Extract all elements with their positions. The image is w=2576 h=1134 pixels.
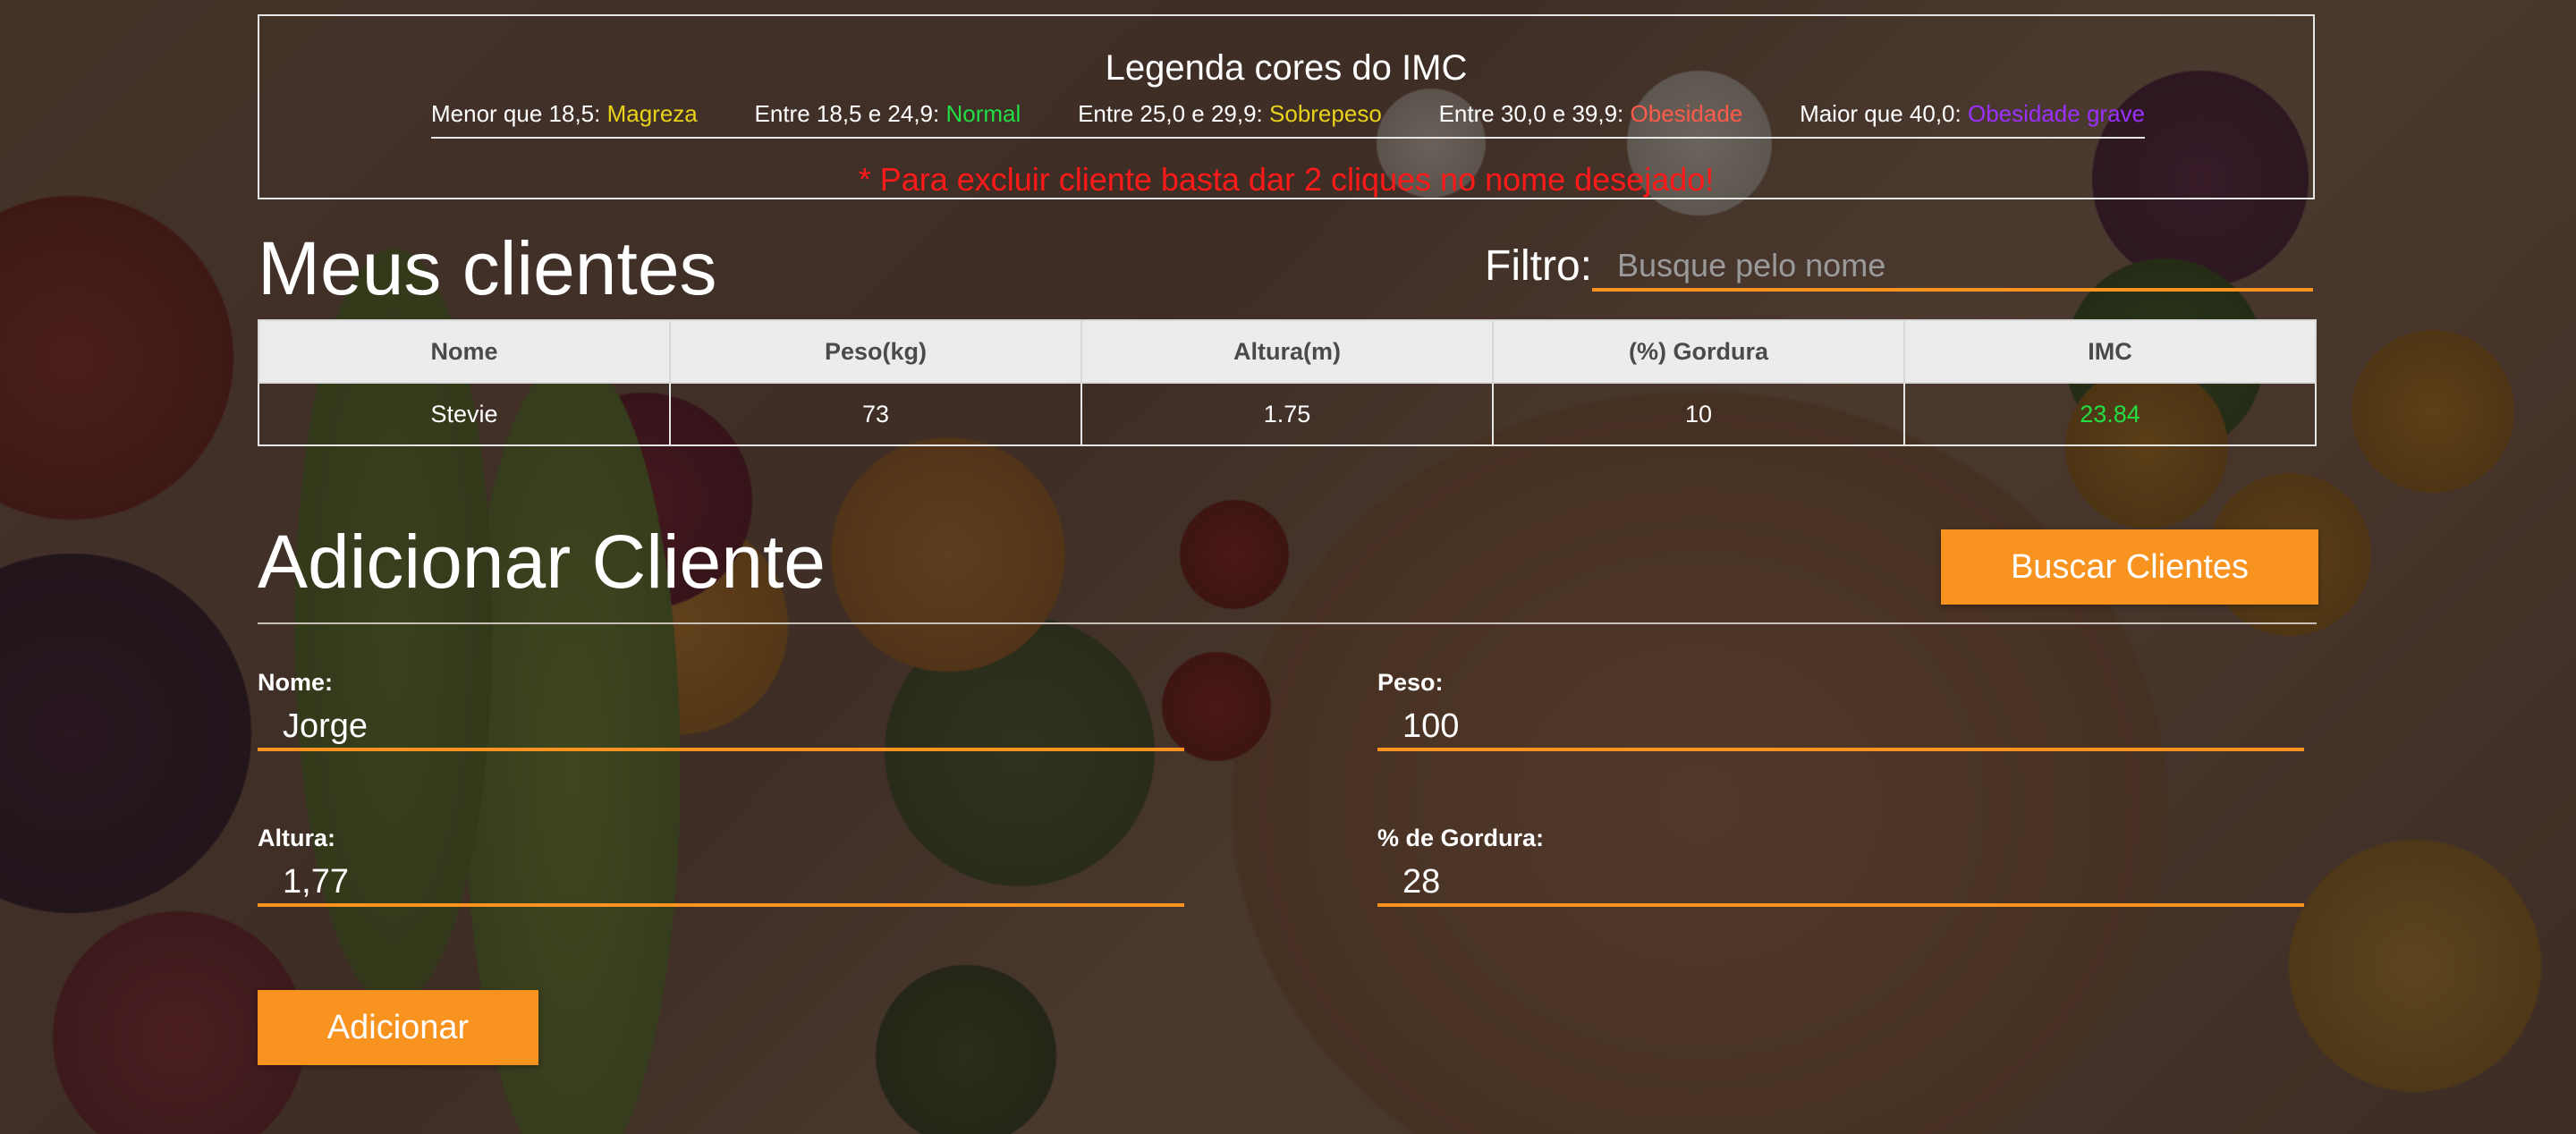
legend-item-value: Sobrepeso	[1269, 100, 1382, 127]
clients-table: Nome Peso(kg) Altura(m) (%) Gordura IMC …	[258, 319, 2317, 446]
cell-imc: 23.84	[1903, 382, 2317, 446]
column-header-gordura: (%) Gordura	[1492, 319, 1905, 384]
clients-title: Meus clientes	[258, 226, 717, 310]
cell-gordura: 10	[1492, 382, 1905, 446]
filter-label: Filtro:	[1485, 242, 1592, 290]
legend-item-label: Entre 30,0 e 39,9:	[1438, 100, 1624, 127]
table-header-row: Nome Peso(kg) Altura(m) (%) Gordura IMC	[258, 319, 2317, 384]
legend-item-value: Magreza	[606, 100, 698, 127]
gordura-input[interactable]	[1377, 860, 2304, 907]
cell-nome[interactable]: Stevie	[258, 382, 671, 446]
nome-label: Nome:	[258, 669, 334, 696]
add-client-title: Adicionar Cliente	[258, 520, 826, 604]
legend-item-value: Normal	[945, 100, 1021, 127]
legend-item-label: Menor que 18,5:	[431, 100, 601, 127]
legend-item-value: Obesidade	[1630, 100, 1743, 127]
legend-item-magreza: Menor que 18,5: Magreza	[431, 100, 698, 128]
delete-hint: * Para excluir cliente basta dar 2 cliqu…	[858, 161, 1715, 198]
peso-input[interactable]	[1377, 705, 2304, 751]
nome-input[interactable]	[258, 705, 1184, 751]
column-header-nome: Nome	[258, 319, 671, 384]
search-clients-button[interactable]: Buscar Clientes	[1941, 529, 2318, 605]
section-divider	[258, 622, 2317, 624]
altura-input[interactable]	[258, 860, 1184, 907]
cell-altura: 1.75	[1080, 382, 1494, 446]
add-client-button[interactable]: Adicionar	[258, 990, 538, 1065]
imc-legend: Legenda cores do IMC Menor que 18,5: Mag…	[258, 14, 2315, 199]
legend-title: Legenda cores do IMC	[1105, 48, 1468, 88]
column-header-altura: Altura(m)	[1080, 319, 1494, 384]
cell-peso: 73	[669, 382, 1082, 446]
gordura-label: % de Gordura:	[1377, 825, 1545, 851]
legend-item-label: Entre 25,0 e 29,9:	[1078, 100, 1263, 127]
legend-item-normal: Entre 18,5 e 24,9: Normal	[755, 100, 1021, 128]
column-header-peso: Peso(kg)	[669, 319, 1082, 384]
legend-items: Menor que 18,5: Magreza Entre 18,5 e 24,…	[431, 100, 2145, 139]
legend-item-label: Entre 18,5 e 24,9:	[754, 100, 940, 127]
column-header-imc: IMC	[1903, 319, 2317, 384]
table-row: Stevie 73 1.75 10 23.84	[258, 382, 2317, 446]
altura-label: Altura:	[258, 825, 335, 851]
legend-item-sobrepeso: Entre 25,0 e 29,9: Sobrepeso	[1078, 100, 1382, 128]
legend-item-value: Obesidade grave	[1967, 100, 2145, 127]
peso-label: Peso:	[1377, 669, 1444, 696]
legend-item-obesidade: Entre 30,0 e 39,9: Obesidade	[1439, 100, 1743, 128]
legend-item-obesidade-grave: Maior que 40,0: Obesidade grave	[1800, 100, 2145, 128]
legend-item-label: Maior que 40,0:	[1800, 100, 1962, 127]
filter-input[interactable]	[1592, 243, 2313, 292]
